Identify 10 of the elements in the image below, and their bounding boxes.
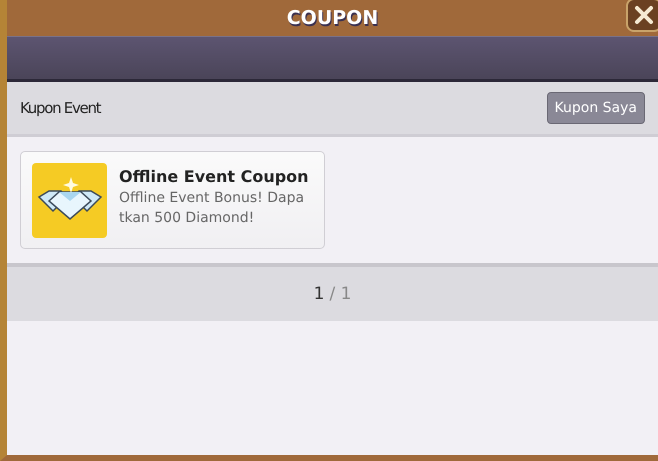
close-icon [634, 5, 654, 25]
coupon-title: Offline Event Coupon [119, 166, 309, 186]
close-button[interactable] [626, 0, 658, 32]
page-total: / 1 [329, 284, 352, 304]
page-current: 1 [314, 284, 324, 304]
section-title: Kupon Event [20, 99, 100, 117]
window-title: COUPON [286, 7, 378, 29]
coupon-description: Offline Event Bonus! Dapa tkan 500 Diamond! [119, 188, 306, 228]
diamonds-icon [32, 162, 107, 238]
coupon-card[interactable]: Offline Event Coupon Offline Event Bonus! Dapa tkan 500 Diamond! [20, 151, 325, 249]
